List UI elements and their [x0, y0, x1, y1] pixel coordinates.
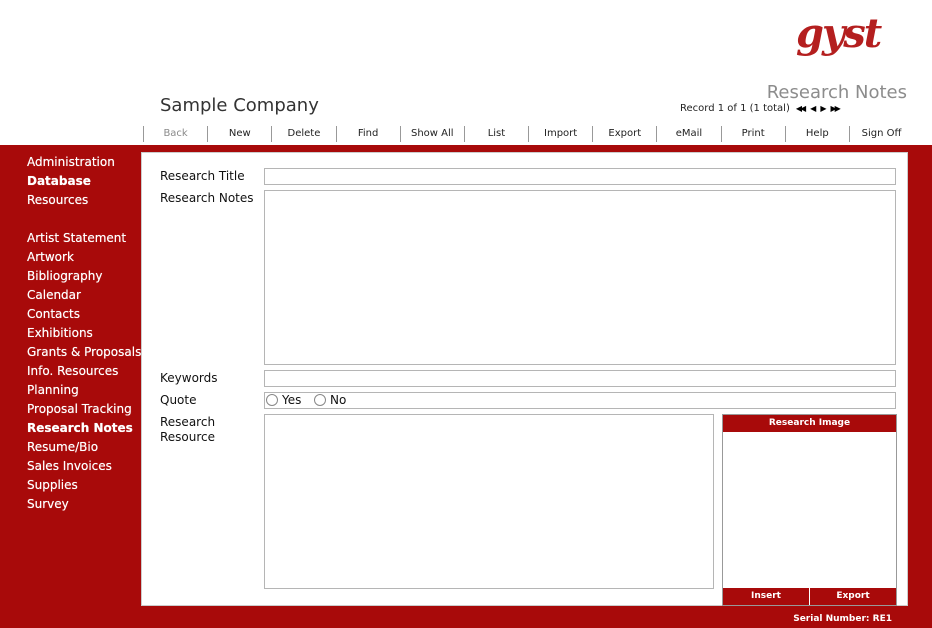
sidebar-item-artist-statement[interactable]: Artist Statement: [27, 230, 141, 249]
sign-off-button[interactable]: Sign Off: [848, 126, 913, 142]
radio-circle: [314, 394, 326, 406]
research-notes-label: Research Notes: [160, 191, 254, 205]
sidebar-item-planning[interactable]: Planning: [27, 382, 141, 401]
quote-label: Quote: [160, 393, 197, 407]
print-button[interactable]: Print: [720, 126, 785, 142]
radio-circle: [266, 394, 278, 406]
sidebar-item-sales-invoices[interactable]: Sales Invoices: [27, 458, 141, 477]
sidebar-item-resume-bio[interactable]: Resume/Bio: [27, 439, 141, 458]
toolbar: Back New Delete Find Show All List Impor…: [143, 126, 913, 142]
email-button[interactable]: eMail: [656, 126, 720, 142]
prev-record-icon[interactable]: ◀: [810, 104, 816, 113]
quote-yes-radio[interactable]: Yes: [266, 393, 301, 407]
module-title: Research Notes: [766, 82, 907, 103]
research-notes-field[interactable]: [264, 190, 896, 365]
research-resource-field[interactable]: [264, 414, 714, 589]
quote-yes-label: Yes: [282, 393, 302, 407]
first-record-icon[interactable]: ◀◀: [796, 104, 806, 113]
gyst-logo: gyst: [796, 10, 882, 57]
form-panel: Research Title Research Notes Keywords Q…: [141, 152, 908, 606]
insert-image-button[interactable]: Insert: [723, 588, 809, 605]
sidebar-item-artwork[interactable]: Artwork: [27, 249, 141, 268]
sidebar-item-administration[interactable]: Administration: [27, 154, 141, 173]
quote-field: [264, 392, 896, 409]
back-button[interactable]: Back: [143, 126, 207, 142]
export-image-button[interactable]: Export: [810, 588, 896, 605]
next-record-icon[interactable]: ▶: [820, 104, 826, 113]
research-resource-label: Research Resource: [160, 415, 216, 444]
research-image-header: Research Image: [723, 415, 896, 432]
list-button[interactable]: List: [463, 126, 528, 142]
sidebar-item-survey[interactable]: Survey: [27, 496, 141, 515]
sidebar-item-exhibitions[interactable]: Exhibitions: [27, 325, 141, 344]
record-navigator: Record 1 of 1 (1 total) ◀◀ ◀ ▶ ▶▶: [680, 103, 841, 114]
keywords-field[interactable]: [264, 370, 896, 387]
research-image-container[interactable]: Research Image Insert Export: [722, 414, 897, 606]
sidebar-item-info-resources[interactable]: Info. Resources: [27, 363, 141, 382]
sidebar-item-resources[interactable]: Resources: [27, 192, 141, 211]
sidebar-item-proposal-tracking[interactable]: Proposal Tracking: [27, 401, 141, 420]
new-button[interactable]: New: [207, 126, 271, 142]
show-all-button[interactable]: Show All: [399, 126, 464, 142]
last-record-icon[interactable]: ▶▶: [830, 104, 840, 113]
quote-no-radio[interactable]: No: [314, 393, 346, 407]
research-title-label: Research Title: [160, 169, 245, 183]
quote-no-label: No: [330, 393, 347, 407]
sidebar-item-grants-proposals[interactable]: Grants & Proposals: [27, 344, 141, 363]
company-name: Sample Company: [160, 95, 319, 116]
find-button[interactable]: Find: [335, 126, 400, 142]
sidebar-item-bibliography[interactable]: Bibliography: [27, 268, 141, 287]
sidebar-item-calendar[interactable]: Calendar: [27, 287, 141, 306]
export-button[interactable]: Export: [592, 126, 656, 142]
sidebar-item-contacts[interactable]: Contacts: [27, 306, 141, 325]
sidebar-item-database[interactable]: Database: [27, 173, 141, 192]
serial-number: Serial Number: RE1: [793, 614, 892, 624]
delete-button[interactable]: Delete: [271, 126, 335, 142]
import-button[interactable]: Import: [528, 126, 592, 142]
help-button[interactable]: Help: [784, 126, 849, 142]
sidebar-item-supplies[interactable]: Supplies: [27, 477, 141, 496]
record-status: Record 1 of 1 (1 total): [680, 103, 790, 114]
keywords-label: Keywords: [160, 371, 218, 385]
sidebar-item-research-notes[interactable]: Research Notes: [27, 420, 141, 439]
sidebar: Administration Database Resources Artist…: [27, 154, 141, 515]
research-title-field[interactable]: [264, 168, 896, 185]
